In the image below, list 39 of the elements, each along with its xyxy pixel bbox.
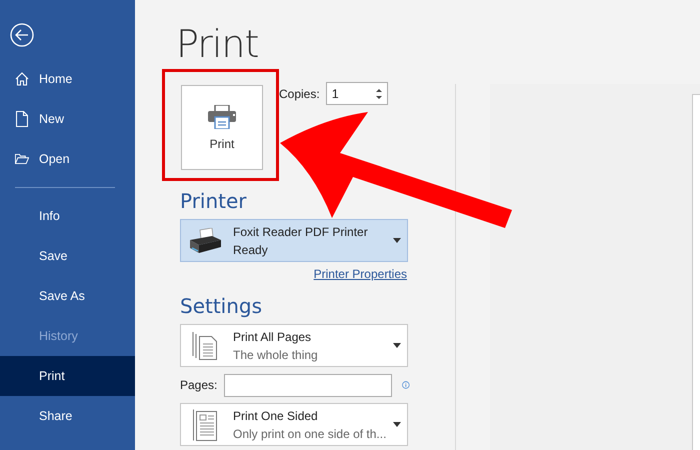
home-icon <box>15 72 29 86</box>
sidebar-item[interactable]: Save As <box>0 276 135 316</box>
page-title: Print <box>176 22 260 66</box>
back-icon[interactable] <box>10 23 34 47</box>
sidebar-item[interactable]: Print <box>0 356 135 396</box>
spinner-arrows-icon <box>374 86 383 100</box>
settings-dropdown[interactable]: Print All Pages The whole thing <box>180 324 408 367</box>
sidebar-item[interactable]: Share <box>0 396 135 436</box>
sidebar-item[interactable]: Home <box>0 59 135 99</box>
one-sided-page-icon <box>193 408 217 440</box>
printer-status: Ready <box>233 242 269 256</box>
print-button[interactable]: Print <box>181 85 263 170</box>
option-subtitle: Only print on one side of th... <box>233 426 388 440</box>
folder-icon <box>15 153 29 165</box>
sidebar-item[interactable]: Info <box>0 196 135 236</box>
sidebar-item[interactable]: New <box>0 99 135 139</box>
pages-stack-icon <box>192 330 218 360</box>
copies-spinner[interactable]: 1 <box>326 82 388 105</box>
caret-icon <box>393 422 401 427</box>
printer-dropdown[interactable]: Foxit Reader PDF Printer Ready <box>180 219 408 262</box>
printer-properties-link[interactable]: Printer Properties <box>314 267 407 281</box>
option-subtitle: The whole thing <box>233 348 319 362</box>
info-icon <box>402 379 410 391</box>
option-title: Print All Pages <box>233 330 312 344</box>
settings-heading: Settings <box>180 294 264 318</box>
caret-icon <box>393 343 401 348</box>
pages-field[interactable] <box>224 374 392 396</box>
caret-icon <box>393 238 401 243</box>
copies-label: Copies: <box>279 87 320 101</box>
printer-name: Foxit Reader PDF Printer <box>233 224 369 238</box>
settings-dropdown[interactable]: Print One Sided Only print on one side of th... <box>180 403 408 446</box>
option-title: Print One Sided <box>233 408 319 422</box>
sidebar-item[interactable]: Open <box>0 139 135 179</box>
printer-icon <box>208 104 236 128</box>
printer-heading: Printer <box>180 189 248 213</box>
document-icon <box>16 111 28 127</box>
pages-label: Pages: <box>180 378 218 392</box>
printer-icon <box>188 228 222 254</box>
sidebar-item[interactable]: Save <box>0 236 135 276</box>
